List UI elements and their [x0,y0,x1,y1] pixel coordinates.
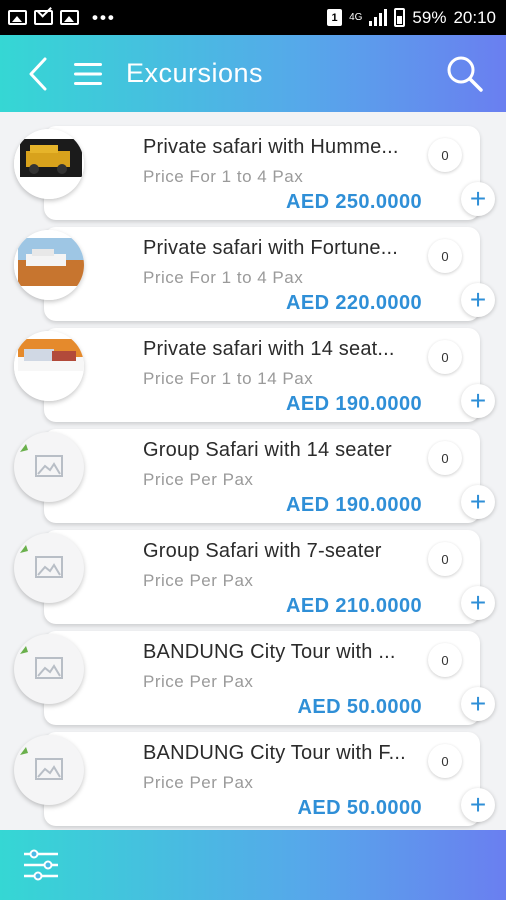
image-placeholder-icon [14,735,84,805]
minibus-photo [14,331,84,401]
excursion-card[interactable]: BANDUNG City Tour with F... Price Per Pa… [44,732,480,826]
quantity-badge: 0 [428,138,462,172]
excursion-card[interactable]: Private safari with 14 seat... Price For… [44,328,480,422]
menu-icon[interactable] [70,54,106,94]
excursion-price: AED 210.0000 [285,595,422,617]
excursion-name: BANDUNG City Tour with ... [143,641,396,663]
mail-notification-icon [34,10,53,25]
quantity-badge: 0 [428,441,462,475]
excursion-price: AED 50.0000 [297,696,422,718]
add-button[interactable]: + [461,485,495,519]
clock: 20:10 [453,7,496,27]
status-bar: ••• 1 4G 59% 20:10 [0,0,506,35]
gallery-notification-icon [8,10,27,25]
hummer-photo [14,129,84,199]
excursion-name: Private safari with 14 seat... [143,338,395,360]
sim-icon: 1 [327,9,343,26]
excursion-card[interactable]: BANDUNG City Tour with ... Price Per Pax… [44,631,480,725]
list-item[interactable]: Group Safari with 7-seater Price Per Pax… [0,530,506,631]
excursion-pax-info: Price For 1 to 4 Pax [143,167,304,186]
image-placeholder-icon [14,634,84,704]
gallery-notification-icon [60,10,79,25]
quantity-badge: 0 [428,542,462,576]
excursion-price: AED 220.0000 [285,292,422,314]
excursion-pax-info: Price Per Pax [143,470,254,489]
add-button[interactable]: + [461,384,495,418]
more-notifications-icon: ••• [92,7,116,27]
page-title: Excursions [126,58,264,88]
excursion-price: AED 250.0000 [285,191,422,213]
excursion-card[interactable]: Private safari with Humme... Price For 1… [44,126,480,220]
image-placeholder-icon [14,432,84,502]
filter-sliders-icon[interactable] [19,843,63,887]
fortuner-photo [14,230,84,300]
battery-icon [394,8,406,27]
excursion-pax-info: Price Per Pax [143,571,254,590]
excursion-card[interactable]: Group Safari with 7-seater Price Per Pax… [44,530,480,624]
app-bar: Excursions [0,35,506,112]
list-item[interactable]: Private safari with Humme... Price For 1… [0,126,506,227]
list-item[interactable]: Group Safari with 14 seater Price Per Pa… [0,429,506,530]
list-item[interactable]: BANDUNG City Tour with F... Price Per Pa… [0,732,506,830]
image-placeholder-icon [14,533,84,603]
add-button[interactable]: + [461,586,495,620]
excursion-name: Private safari with Fortune... [143,237,398,259]
excursion-name: Group Safari with 14 seater [143,439,392,461]
excursion-list[interactable]: Private safari with Humme... Price For 1… [0,112,506,830]
excursion-price: AED 50.0000 [297,797,422,819]
excursion-pax-info: Price For 1 to 4 Pax [143,268,304,287]
excursion-card[interactable]: Private safari with Fortune... Price For… [44,227,480,321]
quantity-badge: 0 [428,239,462,273]
add-button[interactable]: + [461,788,495,822]
quantity-badge: 0 [428,643,462,677]
add-button[interactable]: + [461,182,495,216]
excursion-pax-info: Price Per Pax [143,672,254,691]
list-item[interactable]: BANDUNG City Tour with ... Price Per Pax… [0,631,506,732]
excursion-price: AED 190.0000 [285,494,422,516]
add-button[interactable]: + [461,283,495,317]
quantity-badge: 0 [428,744,462,778]
list-item[interactable]: Private safari with 14 seat... Price For… [0,328,506,429]
network-type: 4G [349,11,363,23]
excursion-name: Group Safari with 7-seater [143,540,382,562]
back-arrow-icon[interactable] [20,54,56,94]
search-icon[interactable] [444,53,486,95]
bottom-bar [0,830,506,900]
list-item[interactable]: Private safari with Fortune... Price For… [0,227,506,328]
signal-icon [369,9,388,26]
quantity-badge: 0 [428,340,462,374]
excursion-price: AED 190.0000 [285,393,422,415]
excursion-name: BANDUNG City Tour with F... [143,742,406,764]
excursion-name: Private safari with Humme... [143,136,399,158]
battery-percent: 59% [412,7,447,27]
add-button[interactable]: + [461,687,495,721]
excursion-pax-info: Price For 1 to 14 Pax [143,369,314,388]
excursion-card[interactable]: Group Safari with 14 seater Price Per Pa… [44,429,480,523]
excursion-pax-info: Price Per Pax [143,773,254,792]
